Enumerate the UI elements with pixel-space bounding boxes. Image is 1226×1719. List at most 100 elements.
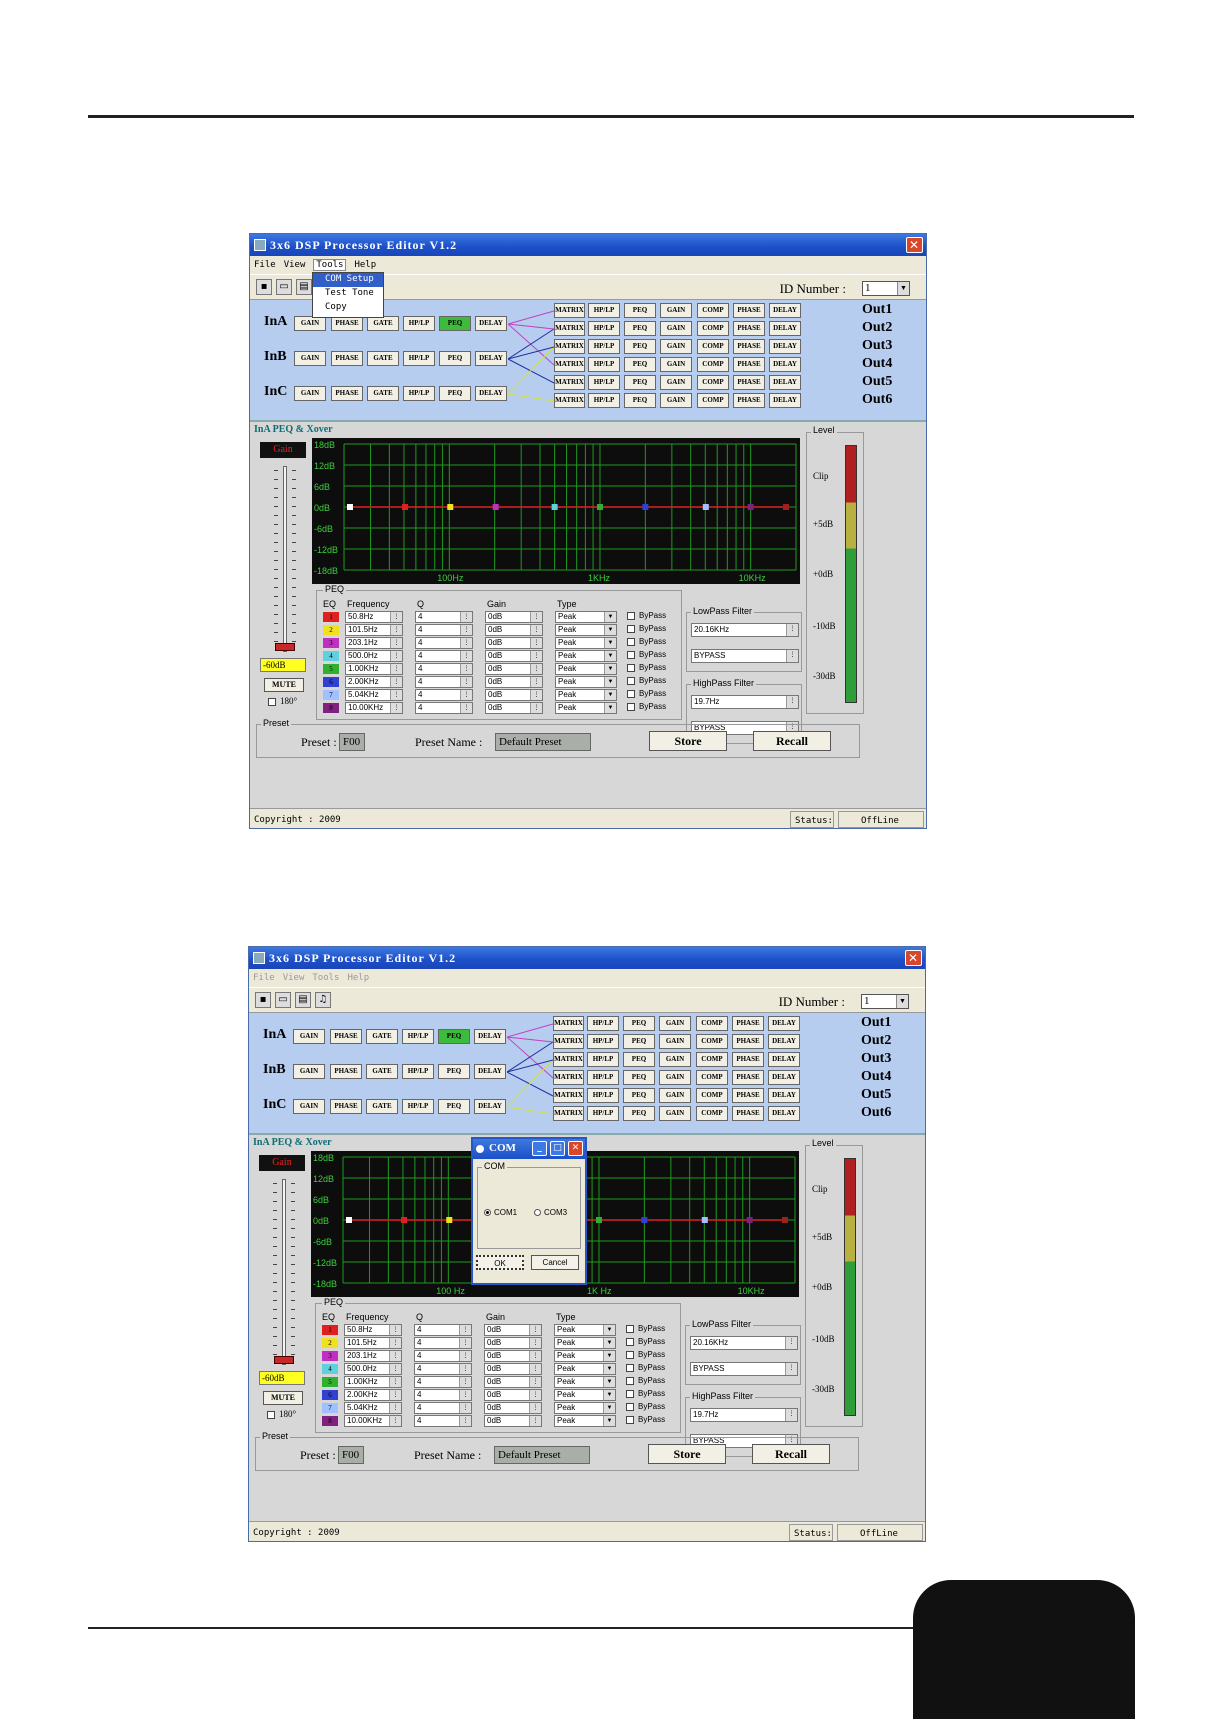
- input-inb-hplp-button[interactable]: HP/LP: [402, 1064, 434, 1079]
- chevron-down-icon[interactable]: ▼: [603, 1351, 615, 1361]
- maximize-icon[interactable]: □: [550, 1141, 565, 1156]
- output-4-gain-button[interactable]: GAIN: [659, 1070, 691, 1085]
- type-select[interactable]: Peak ▼: [554, 1324, 616, 1336]
- gain-input[interactable]: 0dB ⋮: [485, 650, 543, 662]
- preset-name-field[interactable]: Default Preset: [495, 733, 591, 751]
- spinner-icon[interactable]: ⋮: [390, 625, 402, 635]
- output-2-gain-button[interactable]: GAIN: [659, 1034, 691, 1049]
- eq-band-point[interactable]: [492, 504, 499, 510]
- spinner-icon[interactable]: ⋮: [459, 1338, 471, 1348]
- recall-button[interactable]: Recall: [753, 731, 831, 751]
- chevron-down-icon[interactable]: ▼: [604, 664, 616, 674]
- output-1-delay-button[interactable]: DELAY: [769, 303, 801, 318]
- output-5-phase-button[interactable]: PHASE: [732, 1088, 764, 1103]
- input-inc-phase-button[interactable]: PHASE: [330, 1099, 362, 1114]
- spinner-icon[interactable]: ⋮: [529, 1338, 541, 1348]
- input-inc-peq-button[interactable]: PEQ: [438, 1099, 470, 1114]
- output-3-hplp-button[interactable]: HP/LP: [587, 1052, 619, 1067]
- output-4-matrix-button[interactable]: MATRIX: [554, 357, 585, 372]
- spinner-icon[interactable]: ⋮: [390, 664, 402, 674]
- output-3-gain-button[interactable]: GAIN: [660, 339, 692, 354]
- bypass-checkbox[interactable]: ByPass: [627, 702, 666, 711]
- q-input[interactable]: 4 ⋮: [414, 1363, 472, 1375]
- lowpass-freq-input[interactable]: 20.16KHz ⋮: [691, 623, 799, 637]
- output-3-hplp-button[interactable]: HP/LP: [588, 339, 620, 354]
- spinner-icon[interactable]: ⋮: [530, 703, 542, 713]
- eq-band-point[interactable]: [642, 504, 649, 510]
- output-2-matrix-button[interactable]: MATRIX: [553, 1034, 584, 1049]
- open-folder-icon[interactable]: ▭: [275, 992, 291, 1008]
- chevron-down-icon[interactable]: ▼: [603, 1416, 615, 1426]
- frequency-input[interactable]: 203.1Hz ⋮: [345, 637, 403, 649]
- input-inb-phase-button[interactable]: PHASE: [331, 351, 363, 366]
- chevron-down-icon[interactable]: ▼: [603, 1338, 615, 1348]
- output-4-hplp-button[interactable]: HP/LP: [587, 1070, 619, 1085]
- frequency-input[interactable]: 10.00KHz ⋮: [345, 702, 403, 714]
- q-input[interactable]: 4 ⋮: [415, 650, 473, 662]
- menu-tools[interactable]: Tools: [313, 259, 347, 271]
- input-ina-gain-button[interactable]: GAIN: [294, 316, 326, 331]
- type-select[interactable]: Peak ▼: [555, 650, 617, 662]
- input-inc-hplp-button[interactable]: HP/LP: [402, 1099, 434, 1114]
- frequency-input[interactable]: 500.0Hz ⋮: [344, 1363, 402, 1375]
- eq-graph[interactable]: 18dB 12dB 6dB 0dB -6dB -12dB -18dB 100Hz 1KHz 10K…: [312, 438, 800, 584]
- frequency-input[interactable]: 1.00KHz ⋮: [345, 663, 403, 675]
- output-5-gain-button[interactable]: GAIN: [660, 375, 692, 390]
- output-1-hplp-button[interactable]: HP/LP: [587, 1016, 619, 1031]
- output-6-phase-button[interactable]: PHASE: [733, 393, 765, 408]
- frequency-input[interactable]: 5.04KHz ⋮: [344, 1402, 402, 1414]
- save-icon[interactable]: ▪: [256, 279, 272, 295]
- spinner-icon[interactable]: ⋮: [529, 1390, 541, 1400]
- bypass-checkbox[interactable]: ByPass: [627, 689, 666, 698]
- output-2-hplp-button[interactable]: HP/LP: [588, 321, 620, 336]
- bypass-checkbox[interactable]: ByPass: [626, 1376, 665, 1385]
- q-input[interactable]: 4 ⋮: [415, 702, 473, 714]
- eq-band-point[interactable]: [595, 1217, 602, 1223]
- input-ina-phase-button[interactable]: PHASE: [330, 1029, 362, 1044]
- output-3-peq-button[interactable]: PEQ: [623, 1052, 655, 1067]
- input-ina-hplp-button[interactable]: HP/LP: [402, 1029, 434, 1044]
- output-6-hplp-button[interactable]: HP/LP: [587, 1106, 619, 1121]
- spinner-icon[interactable]: ⋮: [530, 677, 542, 687]
- output-6-comp-button[interactable]: COMP: [697, 393, 729, 408]
- gain-input[interactable]: 0dB ⋮: [485, 689, 543, 701]
- spinner-icon[interactable]: ⋮: [459, 1416, 471, 1426]
- output-3-delay-button[interactable]: DELAY: [768, 1052, 800, 1067]
- chevron-down-icon[interactable]: ▼: [604, 703, 616, 713]
- input-inc-gate-button[interactable]: GATE: [367, 386, 399, 401]
- input-ina-hplp-button[interactable]: HP/LP: [403, 316, 435, 331]
- input-inb-phase-button[interactable]: PHASE: [330, 1064, 362, 1079]
- gain-input[interactable]: 0dB ⋮: [485, 624, 543, 636]
- output-5-matrix-button[interactable]: MATRIX: [554, 375, 585, 390]
- spinner-icon[interactable]: ⋮: [459, 1364, 471, 1374]
- menu-view[interactable]: View: [284, 260, 306, 270]
- gain-input[interactable]: 0dB ⋮: [485, 663, 543, 675]
- gain-input[interactable]: 0dB ⋮: [484, 1415, 542, 1427]
- input-ina-gain-button[interactable]: GAIN: [293, 1029, 325, 1044]
- output-1-matrix-button[interactable]: MATRIX: [554, 303, 585, 318]
- gain-input[interactable]: 0dB ⋮: [484, 1376, 542, 1388]
- type-select[interactable]: Peak ▼: [554, 1402, 616, 1414]
- spinner-icon[interactable]: ⋮: [786, 650, 798, 662]
- eq-band-point[interactable]: [401, 504, 408, 510]
- type-select[interactable]: Peak ▼: [554, 1389, 616, 1401]
- output-6-peq-button[interactable]: PEQ: [623, 1106, 655, 1121]
- open-folder-icon[interactable]: ▭: [276, 279, 292, 295]
- eq-band-point[interactable]: [702, 504, 709, 510]
- output-1-gain-button[interactable]: GAIN: [660, 303, 692, 318]
- output-6-peq-button[interactable]: PEQ: [624, 393, 656, 408]
- close-icon[interactable]: ✕: [906, 237, 923, 253]
- minimize-icon[interactable]: _: [532, 1141, 547, 1156]
- output-1-comp-button[interactable]: COMP: [696, 1016, 728, 1031]
- output-5-delay-button[interactable]: DELAY: [769, 375, 801, 390]
- bypass-checkbox[interactable]: ByPass: [627, 611, 666, 620]
- frequency-input[interactable]: 2.00KHz ⋮: [344, 1389, 402, 1401]
- highpass-freq-input[interactable]: 19.7Hz ⋮: [690, 1408, 798, 1422]
- output-2-delay-button[interactable]: DELAY: [769, 321, 801, 336]
- bypass-checkbox[interactable]: ByPass: [626, 1389, 665, 1398]
- output-6-gain-button[interactable]: GAIN: [660, 393, 692, 408]
- radio-com3[interactable]: COM3: [534, 1208, 567, 1217]
- phase-180-checkbox[interactable]: 180°: [268, 696, 297, 706]
- type-select[interactable]: Peak ▼: [555, 676, 617, 688]
- output-3-comp-button[interactable]: COMP: [696, 1052, 728, 1067]
